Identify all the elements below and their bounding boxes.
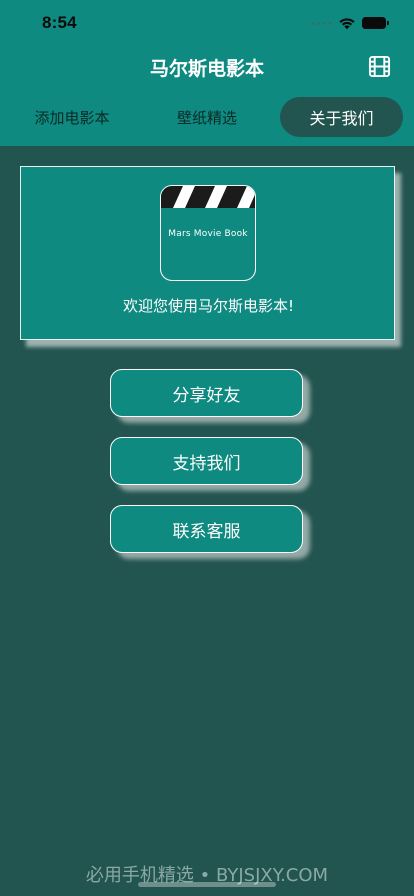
header-bar: 8:54 马尔斯电影本 添加电影本 壁纸精选 关于我们	[0, 0, 414, 146]
support-us-button[interactable]: 支持我们	[110, 437, 303, 485]
cellular-dots-icon	[311, 21, 332, 25]
contact-support-button[interactable]: 联系客服	[110, 505, 303, 553]
film-icon[interactable]	[368, 55, 391, 78]
battery-icon	[362, 17, 389, 29]
status-indicators	[311, 15, 389, 31]
share-friends-button[interactable]: 分享好友	[110, 369, 303, 417]
welcome-message: 欢迎您使用马尔斯电影本!	[122, 297, 294, 315]
tab-about-us[interactable]: 关于我们	[280, 97, 403, 137]
wifi-icon	[339, 18, 355, 30]
status-time: 8:54	[42, 13, 77, 32]
logo-text: Mars Movie Book	[168, 229, 248, 239]
clapperboard-icon	[161, 186, 255, 208]
status-bar: 8:54	[0, 0, 414, 46]
tab-wallpapers[interactable]: 壁纸精选	[157, 97, 257, 137]
page-title: 马尔斯电影本	[149, 58, 264, 80]
welcome-card: Mars Movie Book 欢迎您使用马尔斯电影本!	[20, 166, 395, 340]
app-logo: Mars Movie Book	[160, 185, 256, 281]
home-indicator	[138, 882, 276, 887]
tab-add-movie-book[interactable]: 添加电影本	[22, 97, 122, 137]
